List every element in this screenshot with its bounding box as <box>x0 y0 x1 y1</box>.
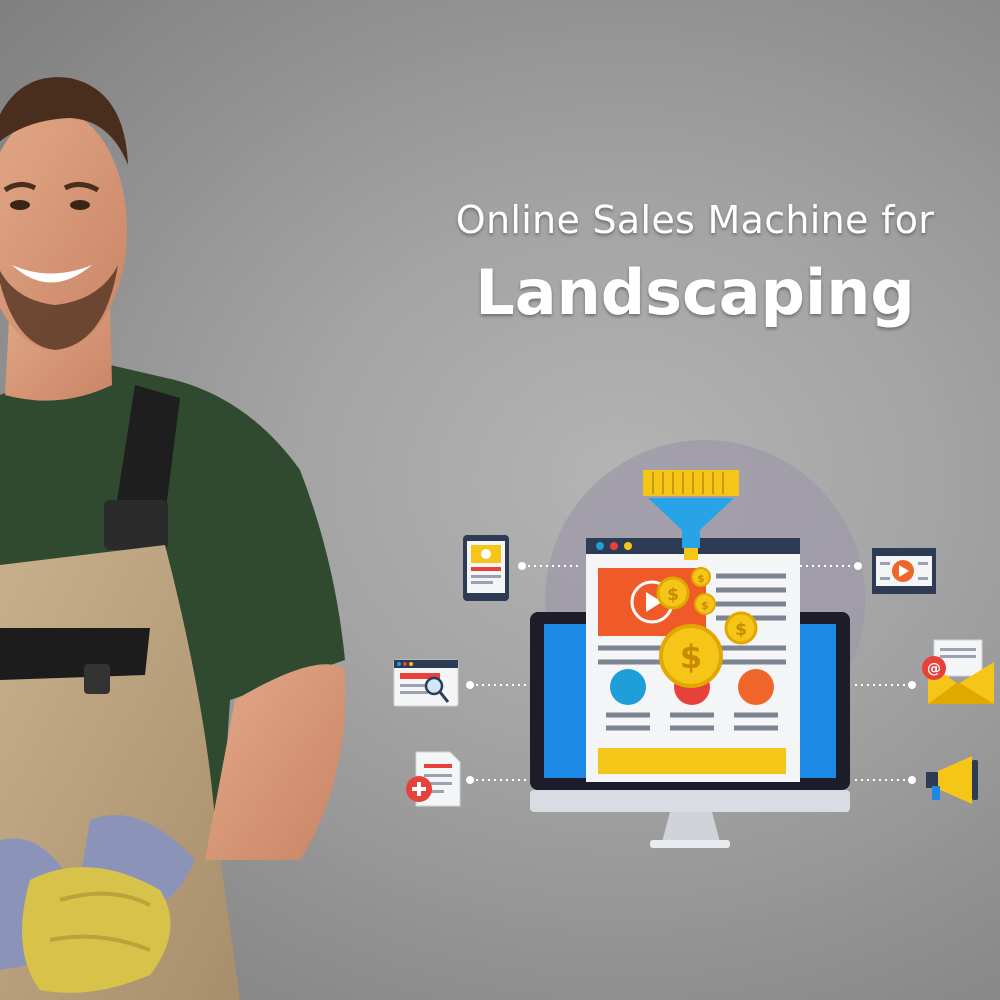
email-icon: @ <box>922 639 994 704</box>
svg-text:$: $ <box>680 638 702 676</box>
sales-funnel-illustration: $ $ $ $ $ @ <box>393 440 994 848</box>
web-search-icon <box>393 659 459 707</box>
svg-text:$: $ <box>698 574 705 585</box>
svg-text:$: $ <box>667 585 679 605</box>
svg-text:$: $ <box>735 620 747 640</box>
megaphone-icon <box>926 756 978 804</box>
svg-text:@: @ <box>927 661 941 677</box>
orange-dot <box>738 669 774 705</box>
video-player-icon <box>872 548 936 594</box>
cta-bar <box>598 748 786 774</box>
mobile-page-icon <box>463 535 509 601</box>
add-document-icon <box>406 751 461 807</box>
svg-text:$: $ <box>701 599 709 612</box>
blue-dot <box>610 669 646 705</box>
